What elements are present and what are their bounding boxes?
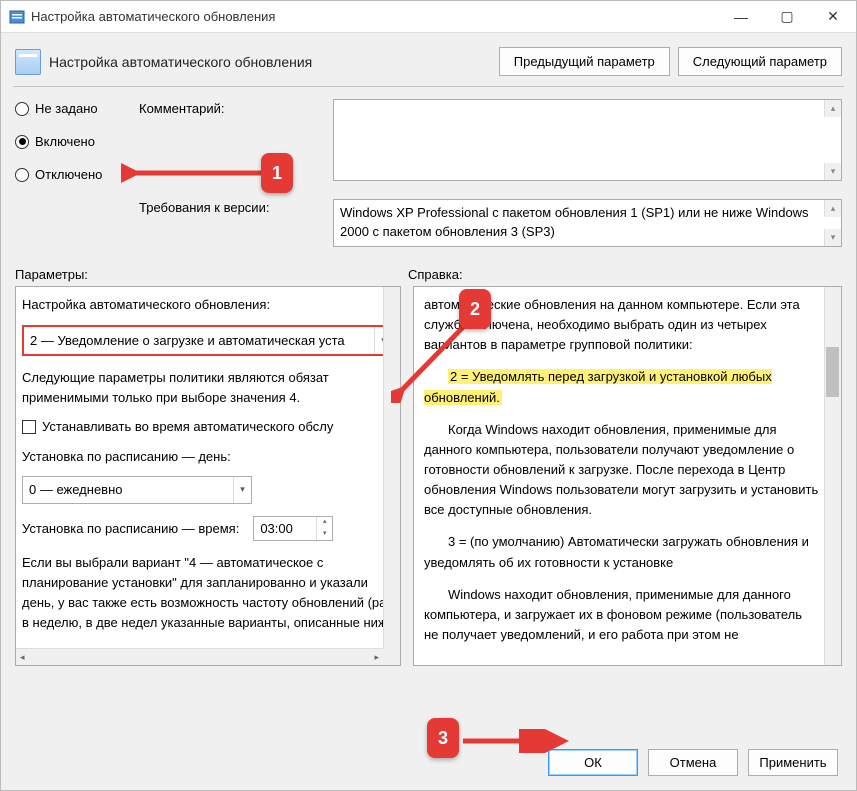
ok-button[interactable]: ОК [548, 749, 638, 776]
cancel-button[interactable]: Отмена [648, 749, 738, 776]
scroll-up-icon[interactable]: ▴ [824, 200, 841, 217]
help-highlighted: 2 = Уведомлять перед загрузкой и установ… [424, 367, 819, 407]
requirements-label: Требования к версии: [139, 200, 319, 215]
help-paragraph: Windows находит обновления, применимые д… [424, 585, 819, 645]
horizontal-scrollbar[interactable]: ◂▸ [16, 648, 383, 665]
close-button[interactable]: ✕ [810, 1, 856, 32]
minimize-button[interactable]: — [718, 1, 764, 32]
parameters-label: Параметры: [15, 267, 408, 282]
parameters-pane: Настройка автоматического обновления: 2 … [15, 286, 401, 666]
schedule-time-input[interactable]: 03:00 ▴▾ [253, 516, 333, 542]
spin-down-icon[interactable]: ▾ [317, 528, 332, 540]
vertical-scrollbar[interactable] [824, 287, 841, 665]
schedule-day-label: Установка по расписанию — день: [22, 447, 394, 467]
help-paragraph: 3 = (по умолчанию) Автоматически загружа… [424, 532, 819, 572]
previous-setting-button[interactable]: Предыдущий параметр [499, 47, 670, 76]
schedule-time-value: 03:00 [260, 521, 293, 536]
top-config-section: Не задано Включено Отключено Комментарий… [1, 87, 856, 255]
radio-label: Отключено [35, 167, 102, 182]
policy-title: Настройка автоматического обновления [49, 54, 491, 70]
update-mode-value: 2 — Уведомление о загрузке и автоматичес… [30, 333, 345, 348]
help-highlight-text: 2 = Уведомлять перед загрузкой и установ… [424, 369, 772, 404]
annotation-badge-2: 2 [459, 289, 491, 329]
comment-label: Комментарий: [139, 101, 319, 116]
radio-icon [15, 135, 29, 149]
policy-editor-window: Настройка автоматического обновления — ▢… [0, 0, 857, 791]
params-note2: Если вы выбрали вариант "4 — автоматичес… [22, 553, 394, 634]
maximize-button[interactable]: ▢ [764, 1, 810, 32]
radio-label: Не задано [35, 101, 98, 116]
params-note: Следующие параметры политики являются об… [22, 368, 394, 407]
apply-button[interactable]: Применить [748, 749, 838, 776]
scroll-corner [383, 648, 400, 665]
help-label: Справка: [408, 267, 842, 282]
titlebar: Настройка автоматического обновления — ▢… [1, 1, 856, 33]
radio-enabled[interactable]: Включено [15, 134, 125, 149]
comment-textarea[interactable]: ▴ ▾ [333, 99, 842, 181]
maintenance-checkbox-row[interactable]: Устанавливать во время автоматического о… [22, 417, 394, 437]
requirements-text: Windows XP Professional с пакетом обновл… [340, 205, 809, 239]
annotation-badge-1: 1 [261, 153, 293, 193]
state-radio-group: Не задано Включено Отключено [15, 99, 125, 247]
scroll-down-icon[interactable]: ▾ [824, 163, 841, 180]
radio-not-configured[interactable]: Не задано [15, 101, 125, 116]
help-pane: автоматические обновления на данном комп… [413, 286, 842, 666]
radio-icon [15, 168, 29, 182]
spin-up-icon[interactable]: ▴ [317, 517, 332, 529]
app-icon [9, 9, 25, 25]
params-title: Настройка автоматического обновления: [22, 295, 394, 315]
schedule-day-select[interactable]: 0 — ежедневно ▾ [22, 476, 252, 504]
annotation-badge-3: 3 [427, 718, 459, 758]
radio-disabled[interactable]: Отключено [15, 167, 125, 182]
requirements-textarea[interactable]: Windows XP Professional с пакетом обновл… [333, 199, 842, 247]
next-setting-button[interactable]: Следующий параметр [678, 47, 842, 76]
radio-icon [15, 102, 29, 116]
footer-buttons: ОК Отмена Применить [548, 749, 838, 776]
update-mode-select[interactable]: 2 — Уведомление о загрузке и автоматичес… [22, 325, 394, 357]
scroll-up-icon[interactable]: ▴ [824, 100, 841, 117]
scrollbar-thumb[interactable] [826, 347, 839, 397]
schedule-time-label: Установка по расписанию — время: [22, 519, 239, 539]
chevron-down-icon: ▾ [233, 477, 251, 503]
header-row: Настройка автоматического обновления Пре… [1, 33, 856, 86]
scroll-down-icon[interactable]: ▾ [824, 229, 841, 246]
checkbox-label: Устанавливать во время автоматического о… [42, 417, 333, 437]
vertical-scrollbar[interactable] [383, 287, 400, 648]
checkbox-icon [22, 420, 36, 434]
window-title: Настройка автоматического обновления [31, 9, 718, 24]
help-paragraph: Когда Windows находит обновления, примен… [424, 420, 819, 521]
policy-icon [15, 49, 41, 75]
schedule-day-value: 0 — ежедневно [29, 482, 123, 497]
radio-label: Включено [35, 134, 95, 149]
